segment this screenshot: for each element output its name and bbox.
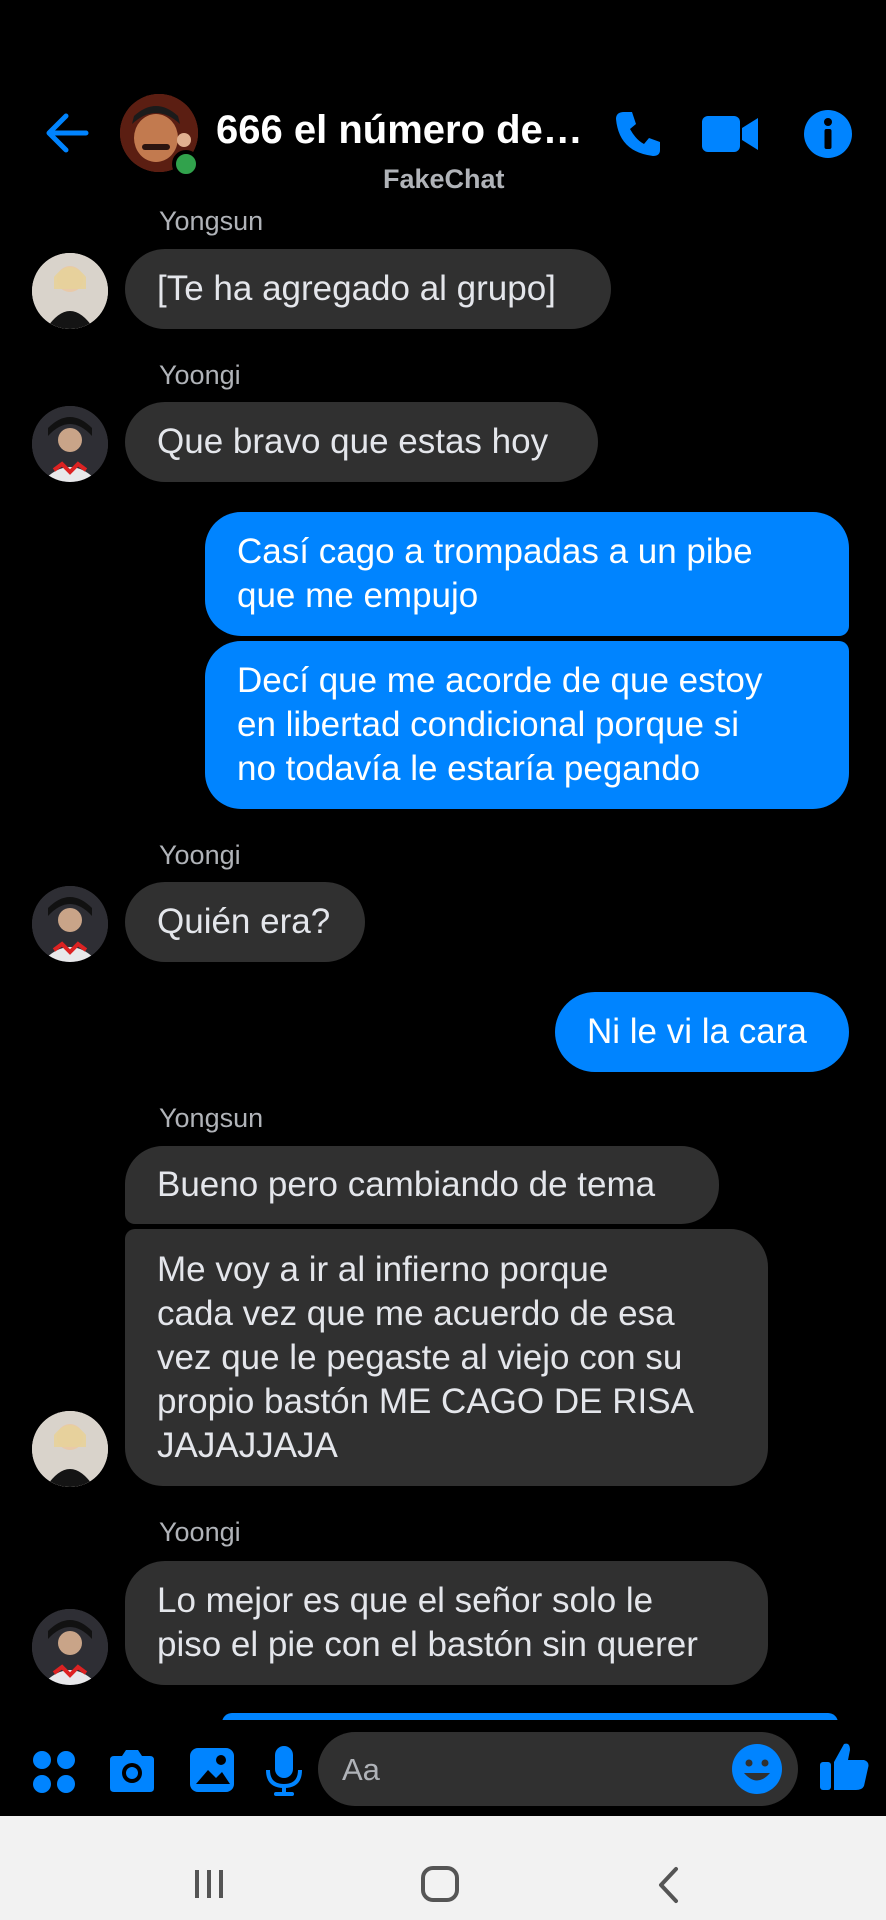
message-bubble[interactable]: Decí que me acorde de que estoy en liber… — [205, 641, 849, 809]
message-bubble[interactable]: [Te ha agregado al grupo] — [125, 249, 611, 329]
home-icon[interactable] — [420, 1866, 460, 1902]
online-status-dot — [172, 150, 200, 178]
sender-name: Yoongi — [159, 1517, 241, 1547]
info-icon[interactable] — [800, 106, 856, 162]
apps-icon[interactable] — [30, 1748, 78, 1796]
sender-name: Yoongi — [159, 840, 241, 870]
avatar[interactable] — [32, 406, 108, 482]
sender-name: Yoongi — [159, 360, 241, 390]
message-bubble[interactable]: Ni le vi la cara — [555, 992, 849, 1072]
message-bubble[interactable]: Quién era? — [125, 882, 365, 962]
message-input-placeholder: Aa — [342, 1752, 380, 1787]
sender-name: Yongsun — [159, 1103, 264, 1133]
message-bubble[interactable]: Me voy a ir al infierno porque cada vez … — [125, 1229, 768, 1486]
system-navigation-bar — [0, 1816, 886, 1920]
avatar[interactable] — [32, 886, 108, 962]
message-bubble[interactable]: Casí cago a trompadas a un pibe que me e… — [205, 512, 849, 636]
avatar[interactable] — [32, 1609, 108, 1685]
phone-icon[interactable] — [610, 106, 666, 162]
mic-icon[interactable] — [264, 1744, 304, 1798]
arrow-left-icon[interactable] — [42, 108, 92, 158]
back-nav-icon[interactable] — [656, 1866, 682, 1904]
gallery-icon[interactable] — [188, 1746, 236, 1794]
chat-header: 666 el número de l... FakeChat — [0, 0, 886, 205]
avatar[interactable] — [32, 253, 108, 329]
emoji-icon[interactable] — [730, 1742, 784, 1796]
chat-subtitle: FakeChat — [383, 164, 505, 194]
message-input[interactable] — [318, 1732, 798, 1806]
thumbs-up-icon[interactable] — [818, 1740, 870, 1794]
sender-name: Yongsun — [159, 206, 264, 236]
message-bubble[interactable]: Bueno pero cambiando de tema — [125, 1146, 719, 1224]
message-bubble[interactable]: Que bravo que estas hoy — [125, 402, 598, 482]
avatar[interactable] — [32, 1411, 108, 1487]
camera-icon[interactable] — [106, 1746, 158, 1796]
video-camera-icon[interactable] — [700, 106, 760, 162]
chat-title[interactable]: 666 el número de l... — [216, 108, 586, 153]
recent-apps-icon[interactable] — [192, 1868, 226, 1900]
message-bubble[interactable]: Lo mejor es que el señor solo le piso el… — [125, 1561, 768, 1685]
